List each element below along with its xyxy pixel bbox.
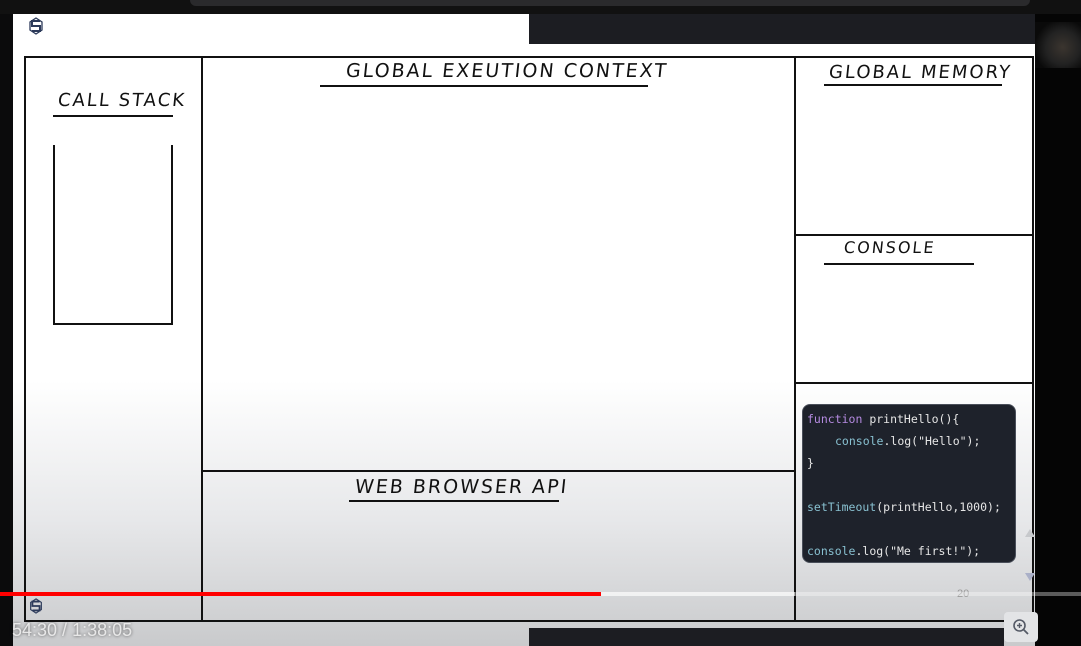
call-stack-underline bbox=[53, 115, 173, 117]
code-text: } bbox=[807, 456, 814, 470]
progress-bar[interactable] bbox=[0, 592, 1081, 596]
code-text: .log("Hello"); bbox=[883, 434, 981, 448]
right-edge bbox=[1035, 14, 1081, 646]
code-text: printHello(){ bbox=[862, 412, 960, 426]
time-display: 54:30 / 1:38:05 bbox=[12, 620, 132, 641]
webcam-thumbnail bbox=[1035, 22, 1081, 68]
slide-header bbox=[13, 14, 529, 44]
slide-header-dark bbox=[529, 14, 1035, 44]
call-stack-box bbox=[53, 145, 173, 325]
top-bar-pill bbox=[190, 0, 1030, 6]
brand-logo-icon bbox=[27, 17, 45, 35]
code-function: setTimeout bbox=[807, 500, 877, 514]
web-browser-api-underline bbox=[349, 500, 559, 502]
zoom-button[interactable] bbox=[1004, 612, 1038, 642]
code-object: console bbox=[807, 544, 856, 558]
global-memory-underline bbox=[824, 84, 1002, 86]
global-execution-context-label: GLOBAL EXEUTION CONTEXT bbox=[344, 60, 670, 82]
top-strip bbox=[0, 0, 1081, 14]
code-panel: function printHello(){ console.log("Hell… bbox=[802, 404, 1016, 563]
code-line-3: } bbox=[807, 456, 814, 470]
code-line-4: setTimeout(printHello,1000); bbox=[807, 500, 1001, 514]
bottom-bar bbox=[529, 628, 1004, 646]
slide: CALL STACK GLOBAL EXEUTION CONTEXT GLOBA… bbox=[13, 14, 1035, 646]
time-total: 1:38:05 bbox=[72, 620, 133, 640]
divider-memory-console bbox=[794, 234, 1034, 236]
divider-gec-webapi bbox=[201, 470, 795, 472]
console-underline bbox=[824, 263, 974, 265]
divider-memory bbox=[794, 56, 796, 622]
global-memory-label: GLOBAL MEMORY bbox=[827, 62, 1013, 83]
code-text: .log("Me first!"); bbox=[855, 544, 981, 558]
console-label: CONSOLE bbox=[843, 238, 937, 257]
zoom-in-icon bbox=[1013, 619, 1029, 635]
call-stack-label: CALL STACK bbox=[56, 90, 188, 111]
gec-underline bbox=[320, 85, 648, 87]
code-line-2: console.log("Hello"); bbox=[835, 434, 980, 448]
slide-scroll-indicator bbox=[1025, 529, 1035, 599]
time-separator: / bbox=[57, 620, 73, 640]
code-keyword: function bbox=[807, 412, 863, 426]
code-line-5: console.log("Me first!"); bbox=[807, 544, 980, 558]
brand-logo-icon bbox=[28, 598, 44, 614]
divider-callstack bbox=[201, 56, 203, 622]
scroll-up-icon bbox=[1025, 529, 1035, 537]
web-browser-api-label: WEB BROWSER API bbox=[353, 476, 570, 498]
divider-console-code bbox=[794, 382, 1034, 384]
progress-played bbox=[0, 592, 601, 596]
code-text: (printHello,1000); bbox=[876, 500, 1001, 514]
code-object: console bbox=[835, 434, 884, 448]
code-line-1: function printHello(){ bbox=[807, 412, 959, 426]
time-current: 54:30 bbox=[12, 620, 58, 640]
scroll-down-icon bbox=[1025, 573, 1035, 581]
